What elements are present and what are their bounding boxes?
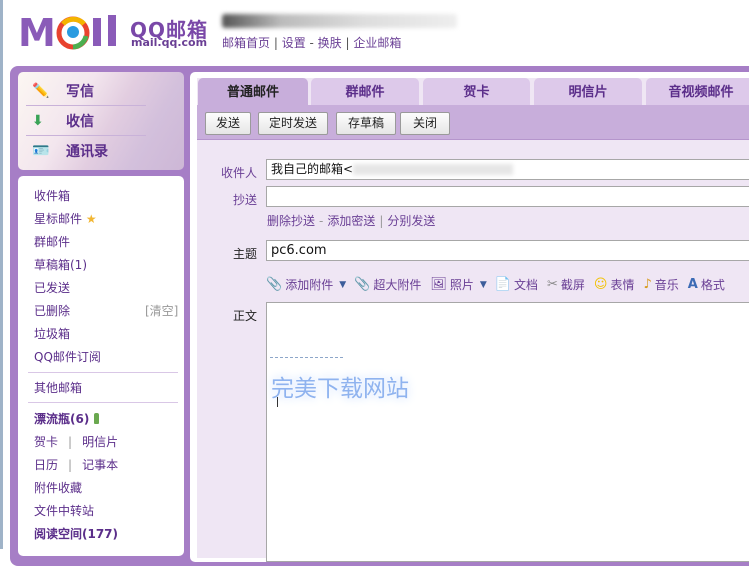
pencil-icon: ✏️ [32, 83, 50, 99]
attachment-dropdown[interactable]: ▼ [339, 280, 346, 290]
tab-video-mail[interactable]: 音视频邮件 [646, 78, 749, 105]
contacts-label: 通讯录 [66, 144, 108, 160]
bottle-icon [93, 413, 99, 424]
folder-nav: 收件箱 星标邮件 ★ 群邮件 草稿箱(1) 已发送 已删除 [清空] 垃圾箱 Q… [18, 176, 184, 556]
empty-trash-link[interactable]: [清空] [145, 302, 178, 319]
body-editor[interactable] [266, 302, 749, 562]
subject-field[interactable]: pc6.com [266, 240, 749, 261]
tab-greeting-card[interactable]: 贺卡 [423, 78, 530, 105]
divider: | [68, 458, 73, 472]
nav-starred-label: 星标邮件 [34, 212, 83, 226]
download-tray-icon: ⬇ [32, 113, 44, 129]
nav-calendar[interactable]: 日历 [34, 458, 58, 472]
tab-group-mail[interactable]: 群邮件 [311, 78, 419, 105]
nav-spam[interactable]: 垃圾箱 [34, 325, 70, 342]
close-button[interactable]: 关闭 [400, 112, 450, 135]
timed-send-button[interactable]: 定时发送 [258, 112, 328, 135]
recipient-links: 删除抄送 - 添加密送 | 分别发送 [267, 214, 436, 228]
nav-subscriptions[interactable]: QQ邮件订阅 [34, 348, 101, 365]
qq-mail-logo: M [18, 12, 116, 52]
signature-divider [270, 357, 343, 358]
to-label: 收件人 [220, 166, 257, 180]
link-mail-home[interactable]: 邮箱首页 [222, 36, 270, 50]
compose-button[interactable]: ✏️ 写信 [32, 76, 172, 106]
brand-domain: mail.qq.com [131, 36, 208, 49]
tab-postcard[interactable]: 明信片 [534, 78, 642, 105]
watermark-text: 完美下载网站 [271, 376, 409, 402]
separate-send-link[interactable]: 分别发送 [387, 214, 435, 228]
nav-postcards[interactable]: 明信片 [82, 435, 118, 449]
account-name-blurred [222, 14, 457, 28]
nav-notepad[interactable]: 记事本 [82, 458, 118, 472]
contact-card-icon: 🪪 [32, 143, 50, 159]
cc-label: 抄送 [232, 193, 257, 207]
screenshot-icon: ✂ [546, 277, 558, 292]
attachment-toolbar: 📎 添加附件 ▼ 📎 超大附件 🖼 照片 ▼ 📄 文档 ✂ 截屏 ☺ 表情 ♪ 音乐 A 格式 [266, 276, 727, 293]
nav-file-transfer[interactable]: 文件中转站 [34, 502, 94, 519]
to-field[interactable]: 我自己的邮箱< [266, 159, 749, 180]
nav-starred[interactable]: 星标邮件 ★ [34, 210, 97, 227]
top-links: 邮箱首页 | 设置 - 换肤 | 企业邮箱 [222, 36, 402, 50]
large-attachment-button[interactable]: 超大附件 [373, 276, 421, 293]
photo-icon: 🖼 [430, 277, 447, 292]
compose-label: 写信 [66, 84, 94, 100]
star-icon: ★ [85, 212, 97, 226]
nav-attachment-favorites[interactable]: 附件收藏 [34, 479, 82, 496]
nav-group-mail[interactable]: 群邮件 [34, 233, 70, 250]
document-button[interactable]: 文档 [514, 276, 538, 293]
link-settings[interactable]: 设置 [282, 36, 306, 50]
font-format-icon: A [687, 277, 698, 292]
photo-dropdown[interactable]: ▼ [480, 280, 487, 290]
cc-field[interactable] [266, 186, 749, 207]
music-note-icon: ♪ [643, 277, 652, 292]
nav-drift-bottle[interactable]: 漂流瓶(6) [34, 410, 99, 427]
tab-normal-mail[interactable]: 普通邮件 [198, 78, 308, 105]
paperclip-large-icon: 📎 [354, 277, 371, 292]
screenshot-button[interactable]: 截屏 [561, 276, 585, 293]
drift-bottle-label: 漂流瓶(6) [34, 412, 90, 426]
nav-other-mailboxes[interactable]: 其他邮箱 [34, 379, 82, 396]
add-bcc-link[interactable]: 添加密送 [327, 214, 375, 228]
smiley-icon: ☺ [593, 277, 608, 292]
inbox-label: 收信 [66, 114, 94, 130]
subject-label: 主题 [232, 247, 257, 261]
divider [28, 402, 178, 403]
text-cursor [277, 397, 278, 407]
window-edge [0, 0, 3, 549]
email-blurred [353, 164, 514, 175]
nav-cards-row: 贺卡 | 明信片 [34, 433, 118, 450]
photo-button[interactable]: 照片 [450, 276, 474, 293]
svg-text:M: M [18, 12, 56, 52]
send-button[interactable]: 发送 [205, 112, 251, 135]
document-icon: 📄 [494, 277, 511, 292]
divider: | [68, 435, 73, 449]
save-draft-button[interactable]: 存草稿 [336, 112, 396, 135]
nav-sent[interactable]: 已发送 [34, 279, 70, 296]
contacts-button[interactable]: 🪪 通讯录 [32, 136, 172, 166]
to-value: 我自己的邮箱< [271, 162, 354, 176]
music-button[interactable]: 音乐 [655, 276, 679, 293]
remove-cc-link[interactable]: 删除抄送 [267, 214, 315, 228]
nav-drafts[interactable]: 草稿箱(1) [34, 256, 87, 273]
link-enterprise-mail[interactable]: 企业邮箱 [353, 36, 401, 50]
body-label: 正文 [232, 309, 257, 323]
add-attachment-button[interactable]: 添加附件 [285, 276, 333, 293]
paperclip-icon: 📎 [266, 277, 283, 292]
nav-calendar-row: 日历 | 记事本 [34, 456, 118, 473]
nav-reading-space[interactable]: 阅读空间(177) [34, 525, 118, 542]
divider [28, 372, 178, 373]
nav-greeting-cards[interactable]: 贺卡 [34, 435, 58, 449]
emoji-button[interactable]: 表情 [610, 276, 634, 293]
nav-deleted[interactable]: 已删除 [34, 302, 70, 319]
inbox-button[interactable]: ⬇ 收信 [32, 106, 172, 136]
quick-actions: ✏️ 写信 ⬇ 收信 🪪 通讯录 [18, 72, 184, 170]
link-skin[interactable]: 换肤 [318, 36, 342, 50]
format-button[interactable]: 格式 [701, 276, 725, 293]
nav-inbox[interactable]: 收件箱 [34, 187, 70, 204]
